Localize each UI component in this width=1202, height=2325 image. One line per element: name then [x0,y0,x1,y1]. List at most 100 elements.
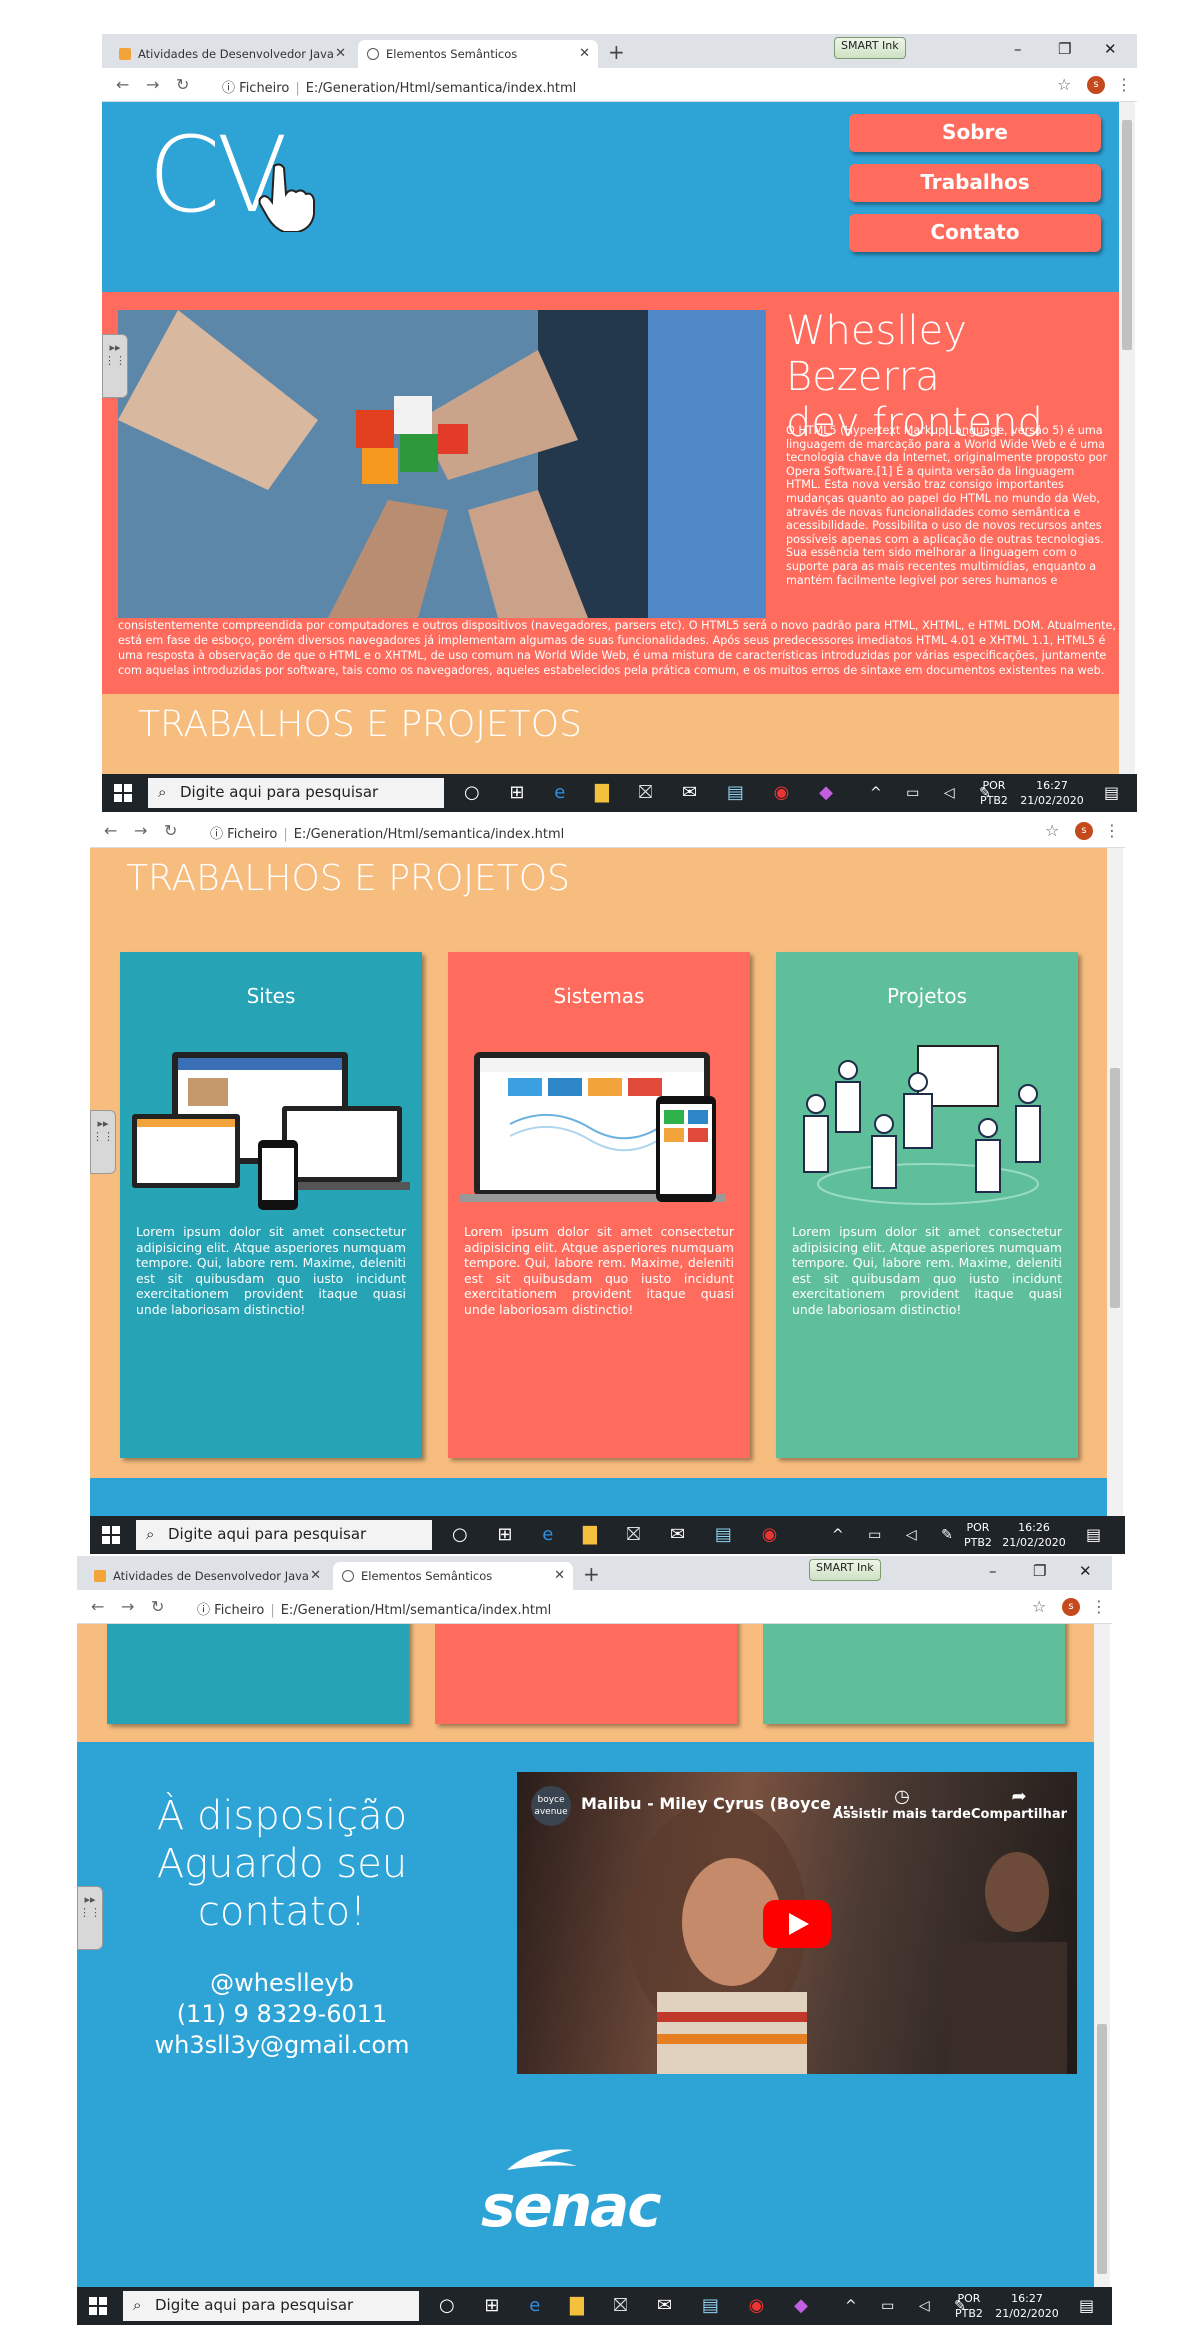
close-window-icon[interactable]: ✕ [1104,40,1117,58]
info-icon: ⓘ [222,81,236,96]
screenshot-3: Atividades de Desenvolvedor Java ✕ Eleme… [77,1556,1112,2325]
clock[interactable]: 16:27 21/02/2020 [1020,778,1084,808]
share-button[interactable]: ➦ Compartilhar [971,1786,1067,1822]
channel-avatar[interactable]: boyce avenue [531,1786,571,1826]
language-indicator[interactable]: POR PTB2 [964,1520,992,1550]
contato-handle[interactable]: @wheslleyb [117,1968,447,1999]
trabalhos-section: TRABALHOS E PROJETOS Sites Lorem ipsum d… [90,848,1107,1478]
card-sistemas[interactable] [435,1624,737,1724]
nav-trabalhos-button[interactable]: Trabalhos [849,164,1101,202]
taskbar-apps[interactable]: ○ ⊞ e ▇ ⛝ ✉ ▤ ◉ [452,1524,789,1545]
contato-phone[interactable]: (11) 9 8329-6011 [117,1999,447,2030]
forward-icon[interactable]: → [134,821,147,840]
minimize-icon[interactable]: – [1014,40,1022,58]
notification-icon[interactable]: ▤ [1079,2296,1094,2315]
notification-icon[interactable]: ▤ [1086,1525,1101,1544]
taskbar-search-input[interactable]: ⌕ Digite aqui para pesquisar [148,778,444,808]
avatar[interactable]: s [1062,1598,1080,1616]
reload-icon[interactable]: ↻ [151,1597,164,1616]
minimize-icon[interactable]: – [989,1562,997,1580]
language-indicator[interactable]: POR PTB2 [980,778,1008,808]
hero-title-line1: Wheslley Bezerra [786,308,967,400]
scrollbar[interactable] [1094,1624,1110,2287]
restore-icon[interactable]: ❐ [1058,40,1071,58]
clock[interactable]: 16:26 21/02/2020 [1002,1520,1066,1550]
menu-icon[interactable]: ⋮ [1091,1597,1107,1616]
contato-email[interactable]: wh3sll3y@gmail.com [117,2030,447,2061]
scrollbar[interactable] [1107,848,1123,1516]
taskbar-apps[interactable]: ○ ⊞ e ▇ ⛝ ✉ ▤ ◉ ◆ [464,782,845,803]
taskbar-search-input[interactable]: ⌕ Digite aqui para pesquisar [123,2291,419,2321]
watch-later-button[interactable]: ◷ Assistir mais tarde [833,1786,971,1822]
play-button[interactable] [763,1900,831,1948]
nav-sobre-button[interactable]: Sobre [849,114,1101,152]
lang-line1: POR [982,779,1006,792]
smart-ink-toolbar[interactable]: SMART Ink [809,1559,881,1581]
avatar[interactable]: s [1075,822,1093,840]
address-url: E:/Generation/Html/semantica/index.html [305,81,577,96]
card-sites[interactable] [107,1624,409,1724]
avatar[interactable]: s [1087,76,1105,94]
notification-icon[interactable]: ▤ [1104,783,1119,802]
new-tab-icon[interactable]: + [583,1562,600,1586]
new-tab-icon[interactable]: + [608,40,625,64]
restore-icon[interactable]: ❐ [1033,1562,1046,1580]
forward-icon[interactable]: → [121,1597,134,1616]
tab-atividades[interactable]: Atividades de Desenvolvedor Java ✕ [85,1562,329,1590]
taskbar-apps[interactable]: ○ ⊞ e ▇ ⛝ ✉ ▤ ◉ ◆ [439,2295,820,2316]
back-icon[interactable]: ← [116,75,129,94]
card-sites[interactable]: Sites Lorem ipsum dolor sit amet consect… [120,952,422,1458]
clock-date: 21/02/2020 [1020,794,1084,807]
lang-line1: POR [957,2292,981,2305]
card-sistemas[interactable]: Sistemas Lorem ipsum dolor sit amet cons… [448,952,750,1458]
bookmark-star-icon[interactable]: ☆ [1032,1597,1046,1616]
smart-ink-label: SMART Ink [816,1561,874,1574]
clock[interactable]: 16:27 21/02/2020 [995,2291,1059,2321]
screenshot-1: Atividades de Desenvolvedor Java ✕ Eleme… [102,34,1137,812]
address-url: E:/Generation/Html/semantica/index.html [293,827,565,842]
bookmark-star-icon[interactable]: ☆ [1057,75,1071,94]
card-projetos[interactable]: Projetos Lorem ipsum dolor sit amet cons… [776,952,1078,1458]
tab-elementos[interactable]: Elementos Semânticos ✕ [333,1562,573,1590]
reload-icon[interactable]: ↻ [176,75,189,94]
close-icon[interactable]: ✕ [554,1568,565,1583]
scrollbar[interactable] [1119,102,1135,774]
close-icon[interactable]: ✕ [310,1568,321,1583]
close-icon[interactable]: ✕ [335,46,346,61]
card-projetos[interactable] [763,1624,1065,1724]
windows-start-icon[interactable] [102,1526,120,1544]
smart-sidebar-handle[interactable]: ▸▸ ⋮⋮ [77,1886,103,1950]
back-icon[interactable]: ← [91,1597,104,1616]
language-indicator[interactable]: POR PTB2 [955,2291,983,2321]
taskbar-search-input[interactable]: ⌕ Digite aqui para pesquisar [136,1520,432,1550]
forward-icon[interactable]: → [146,75,159,94]
taskbar: ⌕ Digite aqui para pesquisar ○ ⊞ e ▇ ⛝ ✉ … [77,2287,1112,2325]
hero-section: Wheslley Bezerra dev frontend O HTML5 (H… [102,292,1119,694]
taskbar-search-placeholder: Digite aqui para pesquisar [155,2296,354,2314]
address-bar: ← → ↻ ⓘ Ficheiro | E:/Generation/Html/sema… [102,68,1137,102]
nav-contato-button[interactable]: Contato [849,214,1101,252]
menu-icon[interactable]: ⋮ [1104,821,1120,840]
back-icon[interactable]: ← [104,821,117,840]
tab-atividades[interactable]: Atividades de Desenvolvedor Java ✕ [110,40,354,68]
windows-start-icon[interactable] [89,2297,107,2315]
menu-icon[interactable]: ⋮ [1116,75,1132,94]
lang-line2: PTB2 [964,1536,992,1549]
smart-sidebar-handle[interactable]: ▸▸ ⋮⋮ [102,334,128,398]
omnibox[interactable]: ⓘ Ficheiro | E:/Generation/Html/semantica/… [222,73,576,97]
smart-ink-toolbar[interactable]: SMART Ink [834,37,906,59]
tab-elementos[interactable]: Elementos Semânticos ✕ [358,40,598,68]
screenshot-2: ← → ↻ ⓘ Ficheiro | E:/Generation/Html/sema… [90,814,1125,1556]
system-tray-icons[interactable]: ^ ▭ ◁ ✎ [832,1527,963,1543]
windows-start-icon[interactable] [114,784,132,802]
bookmark-star-icon[interactable]: ☆ [1045,821,1059,840]
smart-sidebar-handle[interactable]: ▸▸ ⋮⋮ [90,1110,116,1174]
omnibox[interactable]: ⓘ Ficheiro | E:/Generation/Html/semantica/… [210,819,564,843]
page-viewport: CV Sobre Trabalhos Contato Wheslley Beze… [102,102,1119,774]
omnibox[interactable]: ⓘ Ficheiro | E:/Generation/Html/semantica/… [197,1595,551,1619]
youtube-video-embed[interactable]: boyce avenue Malibu - Miley Cyrus (Boyce… [517,1772,1077,2074]
close-window-icon[interactable]: ✕ [1079,1562,1092,1580]
close-icon[interactable]: ✕ [579,46,590,61]
reload-icon[interactable]: ↻ [164,821,177,840]
video-title[interactable]: Malibu - Miley Cyrus (Boyce ... [581,1794,855,1813]
